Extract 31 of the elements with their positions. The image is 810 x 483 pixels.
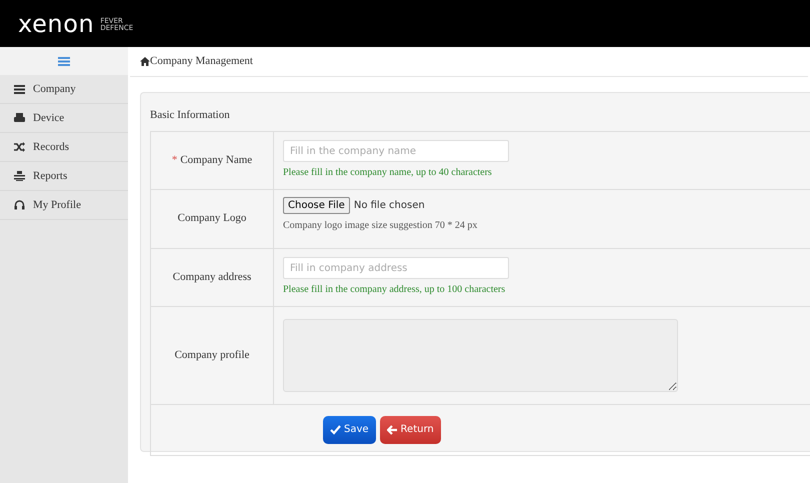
home-icon — [140, 57, 150, 66]
sidebar-item[interactable]: Device — [0, 104, 128, 133]
printer-icon — [14, 113, 25, 123]
field-label: Company address — [172, 270, 252, 285]
menu-icon[interactable] — [58, 56, 70, 66]
return-button[interactable]: Return — [380, 416, 441, 444]
field-hint: Please fill in the company name, up to 40 characters — [283, 166, 493, 180]
sidebar-item[interactable]: Company — [0, 75, 128, 104]
input-field[interactable]: Fill in the company name — [283, 140, 509, 162]
sidebar-item[interactable]: My Profile — [0, 191, 128, 220]
field-label: Company Logo — [178, 211, 246, 226]
choose-file-button[interactable]: Choose File — [283, 196, 350, 214]
required-mark: * — [172, 152, 178, 168]
sidebar-item[interactable]: Records — [0, 133, 128, 162]
file-status: No file chosen — [354, 198, 425, 212]
headset-icon — [14, 200, 25, 210]
list-icon — [14, 84, 25, 94]
breadcrumb[interactable]: Company Management — [150, 53, 253, 70]
sidebar-item[interactable]: Reports — [0, 162, 128, 191]
field-hint: Please fill in the company address, up to 100 characters — [283, 283, 506, 297]
shuffle-icon — [14, 142, 25, 152]
field-label: Company profile — [174, 348, 250, 363]
logo: xenon — [18, 12, 94, 36]
field-hint: Company logo image size suggestion 70 * 24 px — [283, 218, 478, 232]
panel-title: Basic Information — [150, 108, 231, 123]
input-field[interactable]: Fill in company address — [283, 257, 509, 279]
arrow-left-icon — [386, 424, 398, 434]
field-label: Company Name — [180, 152, 252, 168]
check-icon — [330, 424, 341, 434]
save-button[interactable]: Save — [323, 416, 376, 444]
stack-icon — [14, 171, 25, 181]
